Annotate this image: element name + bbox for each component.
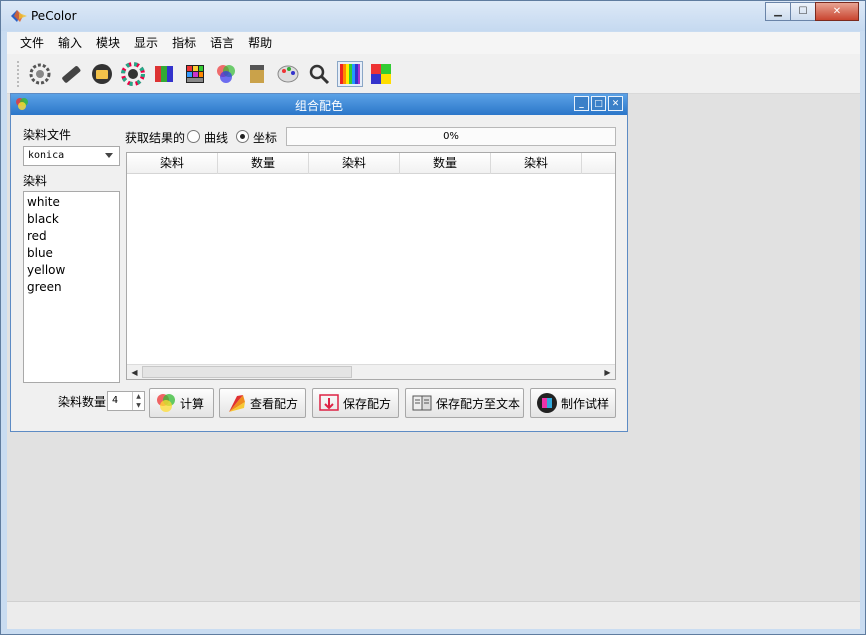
- column-header-dye[interactable]: 染料: [309, 153, 400, 174]
- radio-coordinate-label: 坐标: [253, 131, 278, 145]
- paint-bucket-icon[interactable]: [244, 61, 270, 87]
- rgb-circles-icon: [157, 394, 175, 412]
- status-bar: [7, 601, 860, 629]
- close-icon: ✕: [832, 6, 842, 17]
- make-sample-button[interactable]: 制作试样: [530, 388, 616, 418]
- dye-file-value: konica: [28, 150, 65, 161]
- calculate-button[interactable]: 计算: [149, 388, 214, 418]
- close-icon: ✕: [611, 98, 620, 109]
- dye-count-spinbox[interactable]: 4 ▲ ▼: [107, 391, 145, 411]
- child-close-button[interactable]: ✕: [608, 96, 623, 111]
- recipe-table[interactable]: 染料 数量 染料 数量 染料 数量 ◀ ▶: [126, 152, 616, 380]
- horizontal-scrollbar[interactable]: ◀ ▶: [127, 364, 615, 379]
- save-recipe-to-text-label: 保存配方至文本: [436, 396, 521, 411]
- maximize-button[interactable]: ☐: [790, 2, 816, 21]
- calculate-label: 计算: [180, 396, 205, 411]
- column-header-quantity[interactable]: 数量: [218, 153, 309, 174]
- menu-input[interactable]: 输入: [51, 32, 89, 54]
- dye-list[interactable]: white black red blue yellow green: [23, 191, 120, 383]
- dye-count-value: 4: [112, 395, 119, 406]
- combination-color-window: 组合配色 _ □ ✕ 染料文件 konica 染料 white black re…: [10, 93, 628, 432]
- chevron-down-icon: [105, 153, 113, 158]
- spin-down-icon[interactable]: ▼: [133, 401, 144, 410]
- list-item[interactable]: black: [27, 211, 116, 228]
- save-download-icon: [319, 394, 339, 411]
- column-header-dye[interactable]: 染料: [491, 153, 582, 174]
- toolbar-grip[interactable]: [17, 60, 21, 87]
- list-item[interactable]: yellow: [27, 262, 116, 279]
- column-header-quantity[interactable]: 数量: [400, 153, 491, 174]
- menu-display[interactable]: 显示: [127, 32, 165, 54]
- scroll-thumb[interactable]: [142, 366, 352, 378]
- dye-file-label: 染料文件: [23, 128, 72, 142]
- ruler-icon[interactable]: [58, 61, 84, 87]
- spin-up-icon[interactable]: ▲: [133, 392, 144, 401]
- list-item[interactable]: green: [27, 279, 116, 296]
- dye-file-select[interactable]: konica: [23, 146, 120, 166]
- minimize-icon: ▁: [774, 6, 782, 17]
- view-recipe-button[interactable]: 查看配方: [219, 388, 306, 418]
- dye-label: 染料: [23, 174, 48, 188]
- progress-text: 0%: [443, 131, 459, 142]
- child-title: 组合配色: [294, 99, 343, 113]
- color-wheel-icon[interactable]: [120, 61, 146, 87]
- list-item[interactable]: white: [27, 194, 116, 211]
- list-item[interactable]: blue: [27, 245, 116, 262]
- save-recipe-button[interactable]: 保存配方: [312, 388, 399, 418]
- save-recipe-to-text-button[interactable]: 保存配方至文本: [405, 388, 524, 418]
- make-sample-label: 制作试样: [561, 396, 610, 411]
- sample-icon: [537, 393, 557, 413]
- settings-gear-icon[interactable]: [27, 61, 53, 87]
- paint-palette-icon[interactable]: [275, 61, 301, 87]
- progress-bar: 0%: [286, 127, 616, 146]
- rgb-circles-icon[interactable]: [213, 61, 239, 87]
- result-label: 获取结果的: [125, 131, 186, 145]
- menu-language[interactable]: 语言: [203, 32, 241, 54]
- magnifier-icon[interactable]: [306, 61, 332, 87]
- close-button[interactable]: ✕: [815, 2, 859, 21]
- child-maximize-button[interactable]: □: [591, 96, 606, 111]
- view-recipe-label: 查看配方: [250, 396, 299, 411]
- menu-module[interactable]: 模块: [89, 32, 127, 54]
- minimize-icon: _: [579, 98, 584, 109]
- radio-curve[interactable]: [187, 130, 200, 143]
- scroll-right-icon[interactable]: ▶: [600, 365, 615, 379]
- column-header-dye[interactable]: 染料: [127, 153, 218, 174]
- radio-coordinate[interactable]: [236, 130, 249, 143]
- minimize-button[interactable]: ▁: [765, 2, 791, 21]
- spectrum-icon[interactable]: [337, 60, 363, 87]
- open-folder-icon[interactable]: [89, 61, 115, 87]
- app-logo-icon: [11, 10, 27, 22]
- maximize-icon: ☐: [798, 6, 808, 17]
- app-title: PeColor: [31, 9, 77, 23]
- toolbar: [7, 54, 860, 94]
- child-title-bar: 组合配色 _ □ ✕: [11, 94, 627, 115]
- color-grid-icon[interactable]: [182, 61, 208, 87]
- maximize-icon: □: [594, 98, 603, 109]
- save-recipe-label: 保存配方: [343, 396, 392, 411]
- scroll-left-icon[interactable]: ◀: [127, 365, 142, 379]
- document-icon: [412, 395, 432, 411]
- menu-bar: 文件 输入 模块 显示 指标 语言 帮助: [7, 32, 860, 54]
- radio-curve-label: 曲线: [204, 131, 229, 145]
- title-bar: PeColor ▁ ☐ ✕: [1, 1, 865, 31]
- menu-file[interactable]: 文件: [13, 32, 51, 54]
- palette-icon[interactable]: [151, 61, 177, 87]
- menu-indicator[interactable]: 指标: [165, 32, 203, 54]
- menu-help[interactable]: 帮助: [241, 32, 279, 54]
- column-header-quantity[interactable]: 数量: [582, 153, 616, 174]
- dye-count-label: 染料数量: [58, 395, 107, 409]
- child-minimize-button[interactable]: _: [574, 96, 589, 111]
- color-cross-icon[interactable]: [368, 61, 394, 87]
- color-fan-icon: [229, 395, 245, 412]
- table-header: 染料 数量 染料 数量 染料 数量: [127, 153, 616, 174]
- list-item[interactable]: red: [27, 228, 116, 245]
